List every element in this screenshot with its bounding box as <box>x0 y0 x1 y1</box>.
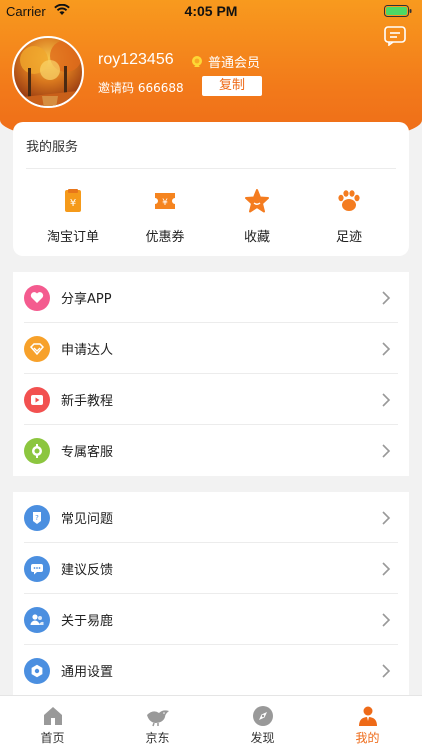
chevron-right-icon <box>382 561 391 576</box>
paw-icon <box>338 190 360 211</box>
question-icon: ? <box>24 504 50 531</box>
people-icon <box>24 606 50 633</box>
invite-code-label: 邀请码 666688 <box>98 81 184 95</box>
service-footprint[interactable]: 足迹 <box>304 188 394 245</box>
vip-badge: 普通会员 <box>190 52 260 71</box>
service-taobao-order[interactable]: ¥ 淘宝订单 <box>28 188 118 245</box>
chevron-right-icon <box>382 510 391 525</box>
services-title: 我的服务 <box>26 140 79 155</box>
svg-text:?: ? <box>35 514 39 522</box>
service-label: 足迹 <box>335 230 362 245</box>
divider <box>26 168 396 169</box>
service-coupon[interactable]: ¥ 优惠券 <box>120 188 210 245</box>
clock-time: 4:05 PM <box>184 3 238 19</box>
menu-item-faq[interactable]: ? 常见问题 <box>13 492 409 543</box>
chevron-right-icon <box>382 392 391 407</box>
svg-text:¥: ¥ <box>70 198 76 209</box>
tab-label: 首页 <box>40 731 65 745</box>
menu-item-share-app[interactable]: 分享APP <box>13 272 409 323</box>
menu-item-about[interactable]: 关于易鹿 <box>13 594 409 645</box>
menu-item-apply-expert[interactable]: 申请达人 <box>13 323 409 374</box>
user-icon <box>358 706 377 726</box>
taobao-order-icon: ¥ <box>65 189 81 212</box>
copy-button[interactable]: 复制 <box>202 76 262 96</box>
menu-item-label: 新手教程 <box>61 394 114 409</box>
tab-label: 京东 <box>145 731 170 745</box>
diamond-icon <box>24 335 50 362</box>
menu-item-customer-service[interactable]: 专属客服 <box>13 425 409 476</box>
menu-item-label: 建议反馈 <box>61 563 114 578</box>
bottom-tab-bar: 首页 京东 发现 我的 <box>0 695 422 750</box>
gear-icon <box>24 657 50 684</box>
menu-item-tutorial[interactable]: 新手教程 <box>13 374 409 425</box>
avatar[interactable] <box>12 36 84 108</box>
username: roy123456 <box>98 51 174 68</box>
menu-item-feedback[interactable]: 建议反馈 <box>13 543 409 594</box>
my-services-card: 我的服务 ¥ 淘宝订单 ¥ 优惠券 收藏 足迹 <box>13 122 409 256</box>
menu-item-label: 关于易鹿 <box>61 614 114 629</box>
chevron-right-icon <box>382 612 391 627</box>
tab-mine[interactable]: 我的 <box>315 705 420 746</box>
chevron-right-icon <box>382 443 391 458</box>
menu-item-label: 常见问题 <box>61 512 114 527</box>
heart-icon <box>24 284 50 311</box>
compass-icon <box>252 706 273 726</box>
menu-item-label: 通用设置 <box>61 665 114 680</box>
message-icon[interactable] <box>384 26 406 46</box>
menu-item-label: 专属客服 <box>61 445 114 460</box>
service-label: 收藏 <box>243 230 270 245</box>
tab-label: 发现 <box>250 731 275 745</box>
service-label: 淘宝订单 <box>46 230 99 245</box>
menu-item-settings[interactable]: 通用设置 <box>13 645 409 696</box>
battery-icon <box>384 5 412 17</box>
tab-home[interactable]: 首页 <box>0 705 105 746</box>
menu-item-label: 分享APP <box>61 292 112 307</box>
coupon-icon: ¥ <box>155 193 175 209</box>
crown-icon <box>192 55 202 67</box>
play-icon <box>24 386 50 413</box>
status-bar: Carrier 4:05 PM <box>0 0 422 22</box>
vip-label: 普通会员 <box>208 56 261 71</box>
tab-label: 我的 <box>355 731 380 745</box>
home-icon <box>43 707 62 725</box>
chevron-right-icon <box>382 290 391 305</box>
menu-group-general: 分享APP 申请达人 新手教程 专属客服 <box>13 272 409 476</box>
menu-item-label: 申请达人 <box>61 343 114 358</box>
service-label: 优惠券 <box>145 230 185 245</box>
menu-group-support: ? 常见问题 建议反馈 关于易鹿 通用设置 <box>13 492 409 696</box>
star-icon <box>245 189 269 213</box>
tab-jd[interactable]: 京东 <box>105 705 210 746</box>
chevron-right-icon <box>382 663 391 678</box>
svg-text:¥: ¥ <box>162 198 168 208</box>
chevron-right-icon <box>382 341 391 356</box>
chat-icon <box>24 555 50 582</box>
service-favorites[interactable]: 收藏 <box>212 188 302 245</box>
service-icon <box>24 437 50 464</box>
tab-discover[interactable]: 发现 <box>210 705 315 746</box>
jd-bird-icon <box>146 710 169 727</box>
